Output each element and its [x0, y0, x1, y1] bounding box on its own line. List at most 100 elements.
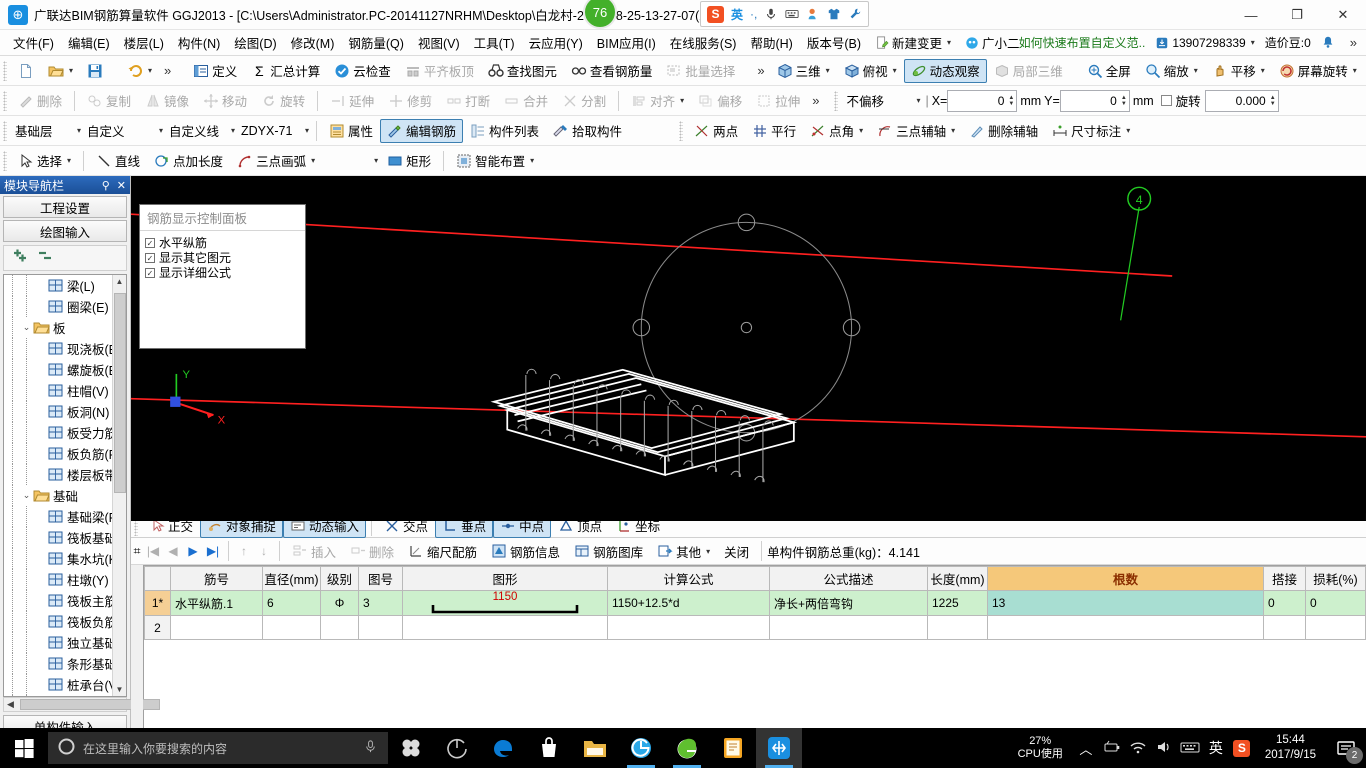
scroll-up-icon[interactable]: ▲ — [116, 275, 124, 288]
dynamic-orbit-button[interactable]: 动态观察 — [903, 58, 987, 83]
dimension-button[interactable]: 尺寸标注 ▾ — [1045, 119, 1137, 143]
align-button[interactable]: 对齐 ▾ — [624, 89, 691, 113]
checkbox-icon[interactable]: ✓ — [145, 252, 155, 263]
maximize-button[interactable]: ❐ — [1274, 0, 1320, 30]
nav-first-button[interactable]: |◀ — [143, 544, 163, 558]
cell-shape-no[interactable] — [358, 615, 403, 640]
copy-button[interactable]: 复制 — [80, 89, 138, 113]
taskbar-search-box[interactable]: 在这里输入你要搜索的内容 — [48, 732, 388, 764]
taskbar-ie-icon[interactable] — [664, 728, 710, 768]
menu-overflow-button[interactable]: » — [1345, 35, 1362, 50]
toolbar-grip[interactable] — [3, 90, 7, 111]
keyboard-icon[interactable] — [1177, 740, 1203, 757]
tree-vertical-scrollbar[interactable]: ▲ ▼ — [112, 275, 126, 696]
tree-expander-icon[interactable]: ⌄ — [20, 322, 33, 333]
edit-rebar-button[interactable]: 编辑钢筋 — [380, 118, 464, 143]
microphone-icon[interactable] — [363, 739, 378, 757]
col-length[interactable]: 长度(mm) — [927, 566, 988, 591]
cell-index[interactable]: 1* — [144, 590, 171, 616]
taskbar-360-browser-icon[interactable] — [434, 728, 480, 768]
minimize-button[interactable]: — — [1228, 0, 1274, 30]
ime-keyboard-icon[interactable] — [785, 7, 799, 22]
y-spinner-icon[interactable]: ▲ ▼ — [1121, 95, 1127, 107]
cell-index[interactable]: 2 — [144, 615, 171, 640]
cell-formula[interactable]: 1150+12.5*d — [607, 590, 770, 616]
insert-row-button[interactable]: 插入 — [285, 539, 343, 563]
menu-component[interactable]: 构件(N) — [171, 31, 227, 54]
summary-calc-button[interactable]: Σ 汇总计算 — [244, 59, 327, 83]
close-icon[interactable]: ✕ — [117, 179, 126, 192]
move-button[interactable]: 移动 — [196, 89, 254, 113]
tree-item-13[interactable]: 集水坑(K) — [4, 548, 112, 569]
delete-axis-button[interactable]: 删除辅轴 — [962, 119, 1045, 143]
sogou-tray-icon[interactable]: S — [1229, 739, 1255, 757]
chevron-down-icon[interactable]: ▾ — [1126, 126, 1130, 135]
chevron-down-icon[interactable]: ▾ — [231, 126, 235, 135]
col-shape[interactable]: 图形 — [402, 566, 608, 591]
cell-loss[interactable] — [1305, 615, 1366, 640]
select-tool-button[interactable]: 选择 ▾ — [11, 149, 78, 173]
chevron-down-icon[interactable]: ▾ — [1251, 38, 1255, 47]
tree-item-11[interactable]: 基础梁(F) — [4, 506, 112, 527]
tree-item-19[interactable]: 桩承台(V) — [4, 674, 112, 695]
checkbox-row-horizontal-rebar[interactable]: ✓ 水平纵筋 — [145, 235, 305, 250]
ime-skin-icon[interactable] — [806, 7, 820, 22]
cad-viewport[interactable]: 4 Y X 钢筋显示控制面板 ✓ 水平纵筋 ✓ 显示其它图元 ✓ 显示详细公式 — [131, 176, 1366, 522]
rotate-button[interactable]: 旋转 — [254, 89, 312, 113]
category-combo[interactable]: 自定义 ▾ — [83, 120, 165, 142]
x-spinner-icon[interactable]: ▲ ▼ — [1008, 95, 1014, 107]
taskbar-sogou-pinyin-icon[interactable] — [388, 728, 434, 768]
rebar-display-control-panel[interactable]: 钢筋显示控制面板 ✓ 水平纵筋 ✓ 显示其它图元 ✓ 显示详细公式 — [139, 204, 306, 349]
cloud-check-button[interactable]: 云检查 — [327, 59, 398, 83]
scale-rebar-button[interactable]: 缩尺配筋 — [401, 539, 484, 563]
checkbox-icon[interactable]: ✓ — [145, 267, 155, 278]
tree-item-2[interactable]: ⌄ 板 — [4, 317, 112, 338]
chevron-down-icon[interactable]: ▾ — [530, 156, 534, 165]
chevron-down-icon[interactable]: ▾ — [159, 126, 163, 135]
chevron-down-icon[interactable]: ▾ — [67, 156, 71, 165]
cell-shape[interactable]: 1150 — [402, 590, 608, 616]
two-point-axis-button[interactable]: 两点 — [687, 119, 745, 143]
rectangle-tool-button[interactable]: 矩形 — [380, 149, 438, 173]
show-hidden-icons-button[interactable]: ︿ — [1073, 739, 1099, 758]
toolbar-grip[interactable] — [3, 60, 7, 81]
menu-online-service[interactable]: 在线服务(S) — [663, 31, 744, 54]
offset-mode-combo[interactable]: 不偏移 ▾ — [842, 90, 922, 112]
stretch-button[interactable]: 拉伸 — [749, 89, 807, 113]
point-length-button[interactable]: 点加长度 — [147, 149, 230, 173]
table-row[interactable]: 2 — [144, 615, 1366, 640]
battery-icon[interactable] — [1099, 740, 1125, 757]
component-list-button[interactable]: 构件列表 — [463, 119, 546, 143]
sidebar-project-settings-button[interactable]: 工程设置 — [3, 196, 127, 218]
menu-help[interactable]: 帮助(H) — [743, 31, 799, 54]
sidebar-drawing-input-button[interactable]: 绘图输入 — [3, 220, 127, 242]
chevron-down-icon[interactable]: ▾ — [951, 126, 955, 135]
col-formula-desc[interactable]: 公式描述 — [769, 566, 928, 591]
tree-item-16[interactable]: 筏板负筋(X) — [4, 611, 112, 632]
menu-rebar[interactable]: 钢筋量(Q) — [341, 31, 411, 54]
tree-item-4[interactable]: 螺旋板(B) — [4, 359, 112, 380]
taskbar-360-security-icon[interactable] — [618, 728, 664, 768]
taskbar-edge-icon[interactable] — [480, 728, 526, 768]
chevron-down-icon[interactable]: ▾ — [706, 547, 710, 556]
view-toolbar-overflow-left[interactable]: » — [752, 63, 769, 78]
offset-button[interactable]: 偏移 — [691, 89, 749, 113]
cell-diameter[interactable] — [262, 615, 321, 640]
ime-tools-icon[interactable] — [848, 7, 862, 22]
tree-item-10[interactable]: ⌄ 基础 — [4, 485, 112, 506]
trim-button[interactable]: 修剪 — [381, 89, 439, 113]
menu-floor[interactable]: 楼层(L) — [117, 31, 171, 54]
cell-loss[interactable]: 0 — [1305, 590, 1366, 616]
menu-view[interactable]: 视图(V) — [411, 31, 467, 54]
cell-rebar-name[interactable] — [170, 615, 263, 640]
nav-last-button[interactable]: ▶| — [203, 544, 223, 558]
cell-length[interactable] — [927, 615, 988, 640]
collapse-all-icon[interactable] — [37, 248, 54, 268]
component-tree[interactable]: 梁(L)圈梁(E)⌄板现浇板(B)螺旋板(B)柱帽(V)板洞(N)板受力筋(S)… — [3, 274, 127, 697]
view-rebar-qty-button[interactable]: 查看钢筋量 — [564, 59, 660, 83]
tree-item-9[interactable]: 楼层板带(H) — [4, 464, 112, 485]
tree-item-6[interactable]: 板洞(N) — [4, 401, 112, 422]
chevron-down-icon[interactable]: ▾ — [893, 66, 897, 75]
ime-lang-icon[interactable]: 英 — [731, 6, 743, 23]
tree-item-12[interactable]: 筏板基础(M) — [4, 527, 112, 548]
